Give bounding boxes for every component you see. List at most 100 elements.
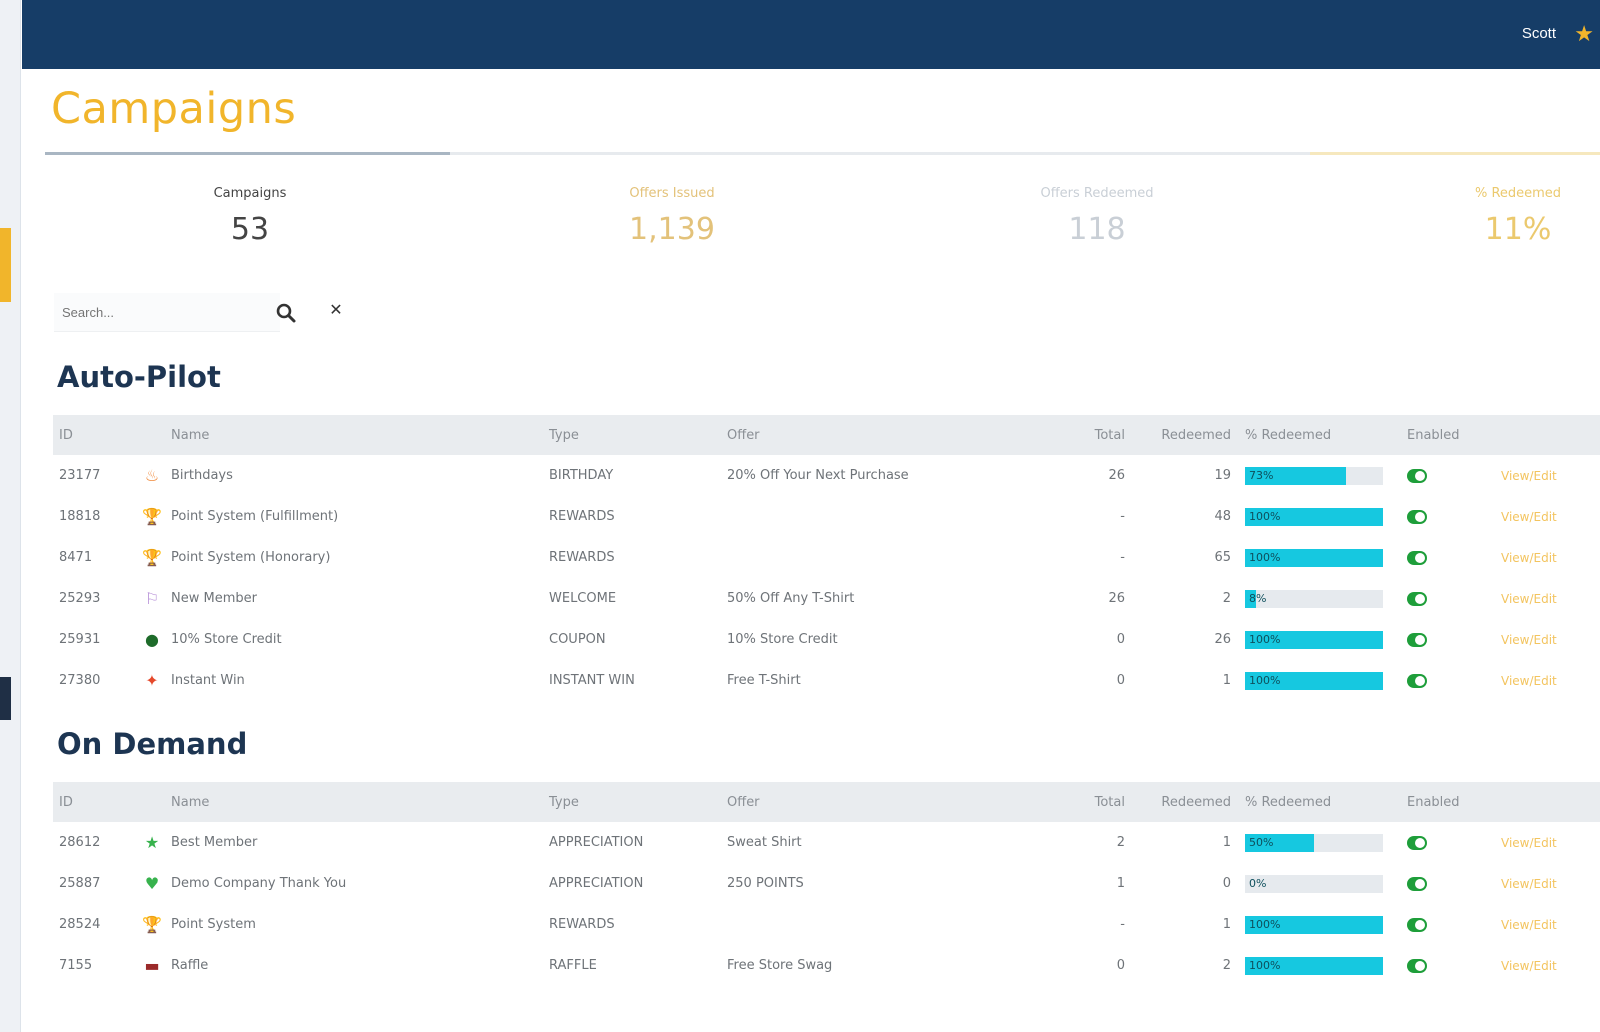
- row-enabled: [1407, 835, 1497, 850]
- top-navbar: Scott ★: [22, 0, 1600, 69]
- view-edit-link[interactable]: View/Edit: [1497, 592, 1600, 606]
- row-name[interactable]: Best Member: [171, 835, 549, 850]
- star-icon[interactable]: ★: [1574, 24, 1594, 46]
- row-icon-cell: ▬: [133, 957, 171, 975]
- row-percent-redeemed: 100%: [1245, 671, 1407, 690]
- enabled-toggle[interactable]: [1407, 468, 1427, 483]
- column-header-total[interactable]: Total: [1059, 428, 1145, 443]
- row-name[interactable]: New Member: [171, 591, 549, 606]
- progress-bar-label: 100%: [1249, 632, 1281, 646]
- left-rail: [0, 0, 21, 1032]
- row-name[interactable]: Point System: [171, 917, 549, 932]
- view-edit-link[interactable]: View/Edit: [1497, 959, 1600, 973]
- stat-value: 11%: [1484, 212, 1552, 247]
- column-header-name[interactable]: Name: [171, 428, 549, 443]
- progress-bar: 100%: [1245, 671, 1383, 690]
- row-name[interactable]: 10% Store Credit: [171, 632, 549, 647]
- row-name[interactable]: Point System (Honorary): [171, 550, 549, 565]
- enabled-toggle[interactable]: [1407, 509, 1427, 524]
- row-icon-cell: ⚐: [133, 590, 171, 608]
- table-row[interactable]: 25931 ● 10% Store Credit COUPON 10% Store Cr…: [53, 619, 1600, 660]
- table-row[interactable]: 28612 ★ Best Member APPRECIATION Sweat Shirt…: [53, 822, 1600, 863]
- enabled-toggle[interactable]: [1407, 632, 1427, 647]
- column-header-redeemed[interactable]: Redeemed: [1145, 795, 1245, 810]
- close-icon[interactable]: ✕: [324, 300, 348, 324]
- row-id: 27380: [59, 673, 101, 688]
- row-offer: Free T-Shirt: [727, 673, 801, 688]
- row-redeemed: 48: [1214, 509, 1231, 524]
- progress-bar: 0%: [1245, 874, 1383, 893]
- view-edit-link[interactable]: View/Edit: [1497, 836, 1600, 850]
- row-enabled: [1407, 509, 1497, 524]
- enabled-toggle[interactable]: [1407, 917, 1427, 932]
- row-redeemed: 2: [1222, 958, 1231, 973]
- progress-bar: 100%: [1245, 548, 1383, 567]
- progress-bar: 8%: [1245, 589, 1383, 608]
- table-header: ID Name Type Offer Total Redeemed% Redeemed En…: [53, 782, 1600, 822]
- view-edit-link[interactable]: View/Edit: [1497, 469, 1600, 483]
- progress-bar: 100%: [1245, 915, 1383, 934]
- view-edit-link[interactable]: View/Edit: [1497, 674, 1600, 688]
- column-header-enabled[interactable]: Enabled: [1407, 428, 1497, 443]
- column-header-enabled[interactable]: Enabled: [1407, 795, 1497, 810]
- row-name[interactable]: Point System (Fulfillment): [171, 509, 549, 524]
- enabled-toggle[interactable]: [1407, 876, 1427, 891]
- column-header-redeemed[interactable]: Redeemed: [1145, 428, 1245, 443]
- search-input[interactable]: [54, 293, 280, 332]
- search-bar: ✕: [54, 293, 358, 333]
- view-edit-link[interactable]: View/Edit: [1497, 551, 1600, 565]
- progress-bar-label: 0%: [1249, 876, 1267, 890]
- progress-bar: 50%: [1245, 833, 1383, 852]
- enabled-toggle[interactable]: [1407, 673, 1427, 688]
- view-edit-link[interactable]: View/Edit: [1497, 510, 1600, 524]
- user-name[interactable]: Scott: [1522, 25, 1556, 42]
- table-row[interactable]: 23177 ♨ Birthdays BIRTHDAY 20% Off Your Next…: [53, 455, 1600, 496]
- column-header-type[interactable]: Type: [549, 795, 727, 810]
- row-name[interactable]: Raffle: [171, 958, 549, 973]
- table-row[interactable]: 28524 🏆 Point System REWARDS - 1 100% View/Edit: [53, 904, 1600, 945]
- search-icon[interactable]: [274, 301, 300, 325]
- enabled-toggle[interactable]: [1407, 958, 1427, 973]
- column-header-total[interactable]: Total: [1059, 795, 1145, 810]
- column-header-name[interactable]: Name: [171, 795, 549, 810]
- table-row[interactable]: 25887 ♥ Demo Company Thank You APPRECIATION…: [53, 863, 1600, 904]
- column-header-offer[interactable]: Offer: [727, 795, 1059, 810]
- row-icon-cell: 🏆: [133, 916, 171, 934]
- row-name[interactable]: Birthdays: [171, 468, 549, 483]
- cake-icon: ♨: [144, 465, 160, 485]
- table-row[interactable]: 27380 ✦ Instant Win INSTANT WIN Free T-Shirt…: [53, 660, 1600, 701]
- row-icon-cell: ♨: [133, 467, 171, 485]
- enabled-toggle[interactable]: [1407, 591, 1427, 606]
- enabled-toggle[interactable]: [1407, 835, 1427, 850]
- row-name[interactable]: Instant Win: [171, 673, 549, 688]
- table-row[interactable]: 7155 ▬ Raffle RAFFLE Free Store Swag 0 2 100% Vi…: [53, 945, 1600, 986]
- left-rail-active-marker[interactable]: [0, 228, 11, 302]
- column-header-id[interactable]: ID: [53, 428, 133, 443]
- column-header-offer[interactable]: Offer: [727, 428, 1059, 443]
- progress-bar-label: 100%: [1249, 917, 1281, 931]
- row-percent-redeemed: 100%: [1245, 956, 1407, 975]
- row-percent-redeemed: 50%: [1245, 833, 1407, 852]
- progress-bar-label: 50%: [1249, 835, 1274, 849]
- trophy-icon: 🏆: [142, 547, 162, 567]
- row-type: APPRECIATION: [549, 876, 644, 891]
- column-header-type[interactable]: Type: [549, 428, 727, 443]
- enabled-toggle[interactable]: [1407, 550, 1427, 565]
- column-header-id[interactable]: ID: [53, 795, 133, 810]
- row-icon-cell: 🏆: [133, 508, 171, 526]
- table-row[interactable]: 8471 🏆 Point System (Honorary) REWARDS - 65 10…: [53, 537, 1600, 578]
- table-row[interactable]: 25293 ⚐ New Member WELCOME 50% Off Any T-Shi…: [53, 578, 1600, 619]
- view-edit-link[interactable]: View/Edit: [1497, 918, 1600, 932]
- row-total: -: [1120, 509, 1125, 524]
- view-edit-link[interactable]: View/Edit: [1497, 633, 1600, 647]
- row-redeemed: 65: [1214, 550, 1231, 565]
- view-edit-link[interactable]: View/Edit: [1497, 877, 1600, 891]
- row-name[interactable]: Demo Company Thank You: [171, 876, 549, 891]
- progress-bar-label: 100%: [1249, 958, 1281, 972]
- column-header-pct-redeemed[interactable]: % Redeemed: [1245, 795, 1407, 810]
- row-enabled: [1407, 673, 1497, 688]
- table-row[interactable]: 18818 🏆 Point System (Fulfillment) REWARDS -…: [53, 496, 1600, 537]
- left-rail-handle[interactable]: [0, 677, 11, 720]
- row-enabled: [1407, 550, 1497, 565]
- column-header-pct-redeemed[interactable]: % Redeemed: [1245, 428, 1407, 443]
